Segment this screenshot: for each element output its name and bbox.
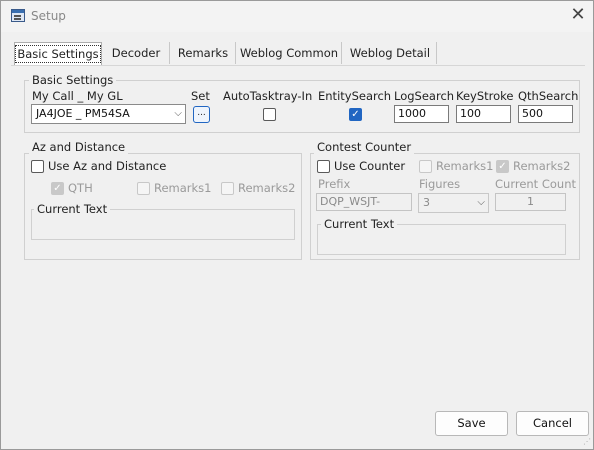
prefix-label: Prefix xyxy=(318,177,351,191)
use-az-label[interactable]: Use Az and Distance xyxy=(48,159,166,173)
checkmark-icon: ✓ xyxy=(351,109,360,120)
qth-checkbox[interactable]: ✓ xyxy=(51,182,64,195)
logsearch-input[interactable]: 1000 xyxy=(394,105,449,123)
use-counter-label[interactable]: Use Counter xyxy=(334,159,405,173)
tab-basic-settings[interactable]: Basic Settings xyxy=(14,42,102,66)
az-remarks2-checkbox[interactable] xyxy=(221,182,234,195)
app-icon xyxy=(11,9,25,22)
mycall-value: JA4JOE _ PM54SA xyxy=(36,107,130,120)
setup-window: Setup ✕ Basic Settings Decoder Remarks W… xyxy=(0,0,594,450)
mycall-select[interactable]: JA4JOE _ PM54SA ⌵ xyxy=(31,104,186,124)
prefix-input[interactable]: DQP_WSJT- xyxy=(316,193,412,211)
logsearch-label: LogSearch xyxy=(394,89,455,103)
entitysearch-label: EntitySearch xyxy=(318,89,392,103)
az-remarks1-label: Remarks1 xyxy=(154,181,212,195)
figures-select[interactable]: 3 ⌵ xyxy=(418,193,489,213)
tab-divider xyxy=(11,65,585,66)
keystroke-label: KeyStroke xyxy=(456,89,514,103)
contest-remarks2-label: Remarks2 xyxy=(513,159,571,173)
qth-label: QTH xyxy=(68,181,93,195)
resize-grip-icon[interactable]: ⋰ xyxy=(583,437,591,446)
entitysearch-checkbox[interactable]: ✓ xyxy=(349,108,362,121)
contest-current-text-label: Current Text xyxy=(321,217,398,231)
tab-weblog-detail[interactable]: Weblog Detail xyxy=(344,42,437,64)
autotasktray-checkbox[interactable] xyxy=(263,108,276,121)
tab-remarks[interactable]: Remarks xyxy=(171,42,236,64)
az-remarks1-checkbox[interactable] xyxy=(137,182,150,195)
set-label: Set xyxy=(191,89,210,103)
use-counter-checkbox[interactable] xyxy=(317,160,330,173)
contest-counter-group-label: Contest Counter xyxy=(314,140,415,154)
contest-remarks1-label: Remarks1 xyxy=(436,159,494,173)
keystroke-input[interactable]: 100 xyxy=(456,105,511,123)
chevron-down-icon: ⌵ xyxy=(477,197,485,208)
figures-label: Figures xyxy=(419,177,461,191)
contest-remarks2-checkbox[interactable]: ✓ xyxy=(496,160,509,173)
qthsearch-label: QthSearch xyxy=(518,89,579,103)
window-title: Setup xyxy=(31,9,66,23)
current-count-label: Current Count xyxy=(495,177,576,191)
tab-weblog-common[interactable]: Weblog Common xyxy=(237,42,342,64)
cancel-button[interactable]: Cancel xyxy=(516,411,589,436)
checkmark-icon: ✓ xyxy=(53,183,62,194)
set-button[interactable]: ... xyxy=(193,106,210,123)
qthsearch-input[interactable]: 500 xyxy=(518,105,573,123)
figures-value: 3 xyxy=(423,196,430,209)
tab-decoder[interactable]: Decoder xyxy=(103,42,170,64)
basic-settings-group-label: Basic Settings xyxy=(29,73,117,87)
autotasktray-label: AutoTasktray-In xyxy=(223,89,313,103)
title-bar: Setup ✕ xyxy=(1,1,593,32)
az-remarks2-label: Remarks2 xyxy=(238,181,296,195)
checkmark-icon: ✓ xyxy=(498,161,507,172)
tab-strip: Basic Settings Decoder Remarks Weblog Co… xyxy=(11,42,441,66)
az-distance-group-label: Az and Distance xyxy=(29,140,129,154)
mycall-label: My Call _ My GL xyxy=(32,89,123,103)
contest-remarks1-checkbox[interactable] xyxy=(419,160,432,173)
close-button[interactable]: ✕ xyxy=(567,5,589,27)
current-count-input[interactable]: 1 xyxy=(495,193,566,211)
save-button[interactable]: Save xyxy=(435,411,508,436)
use-az-checkbox[interactable] xyxy=(31,160,44,173)
chevron-down-icon: ⌵ xyxy=(174,108,182,119)
az-current-text-label: Current Text xyxy=(34,202,111,216)
